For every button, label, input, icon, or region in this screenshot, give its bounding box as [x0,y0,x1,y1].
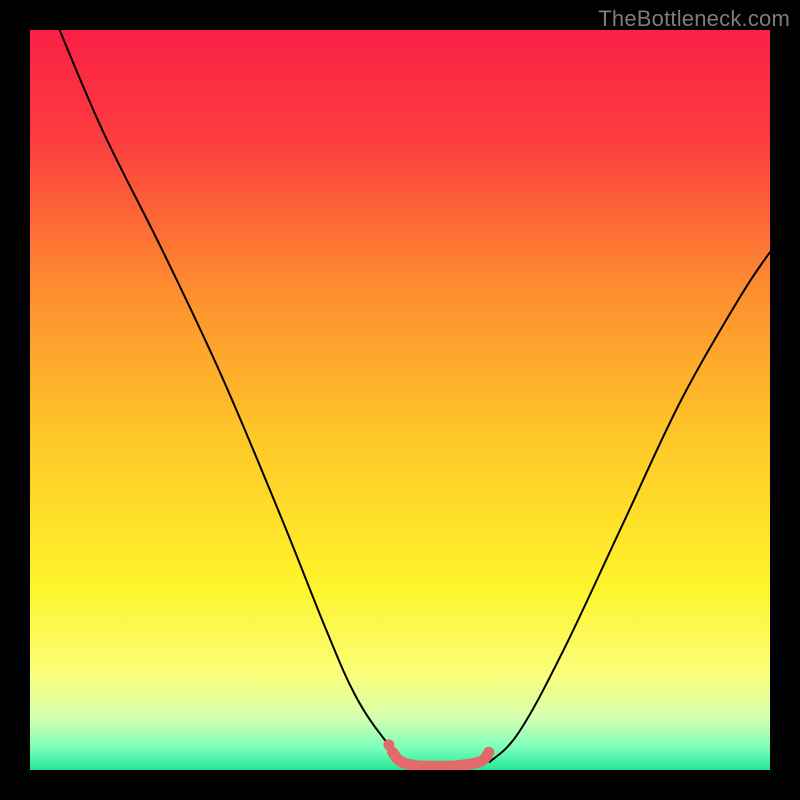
points-layer [383,739,394,750]
chart-canvas [30,30,770,770]
watermark-text: TheBottleneck.com [598,6,790,32]
plot-area [30,30,770,770]
gradient-background [30,30,770,770]
left-highlight-dot [383,739,394,750]
chart-frame: TheBottleneck.com [0,0,800,800]
